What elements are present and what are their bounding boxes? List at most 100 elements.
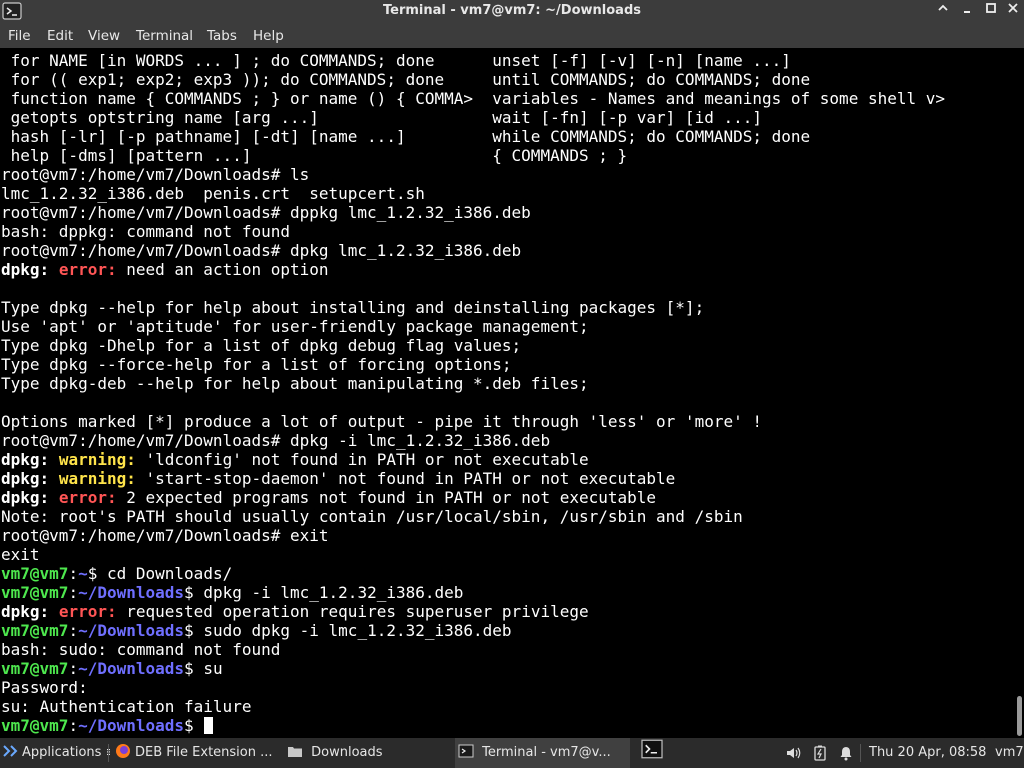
terminal-text: $ (184, 716, 204, 735)
menu-tabs[interactable]: Tabs (207, 28, 237, 44)
terminal-text: 'start-stop-daemon' not found in PATH or… (135, 469, 676, 488)
maximize-button[interactable] (982, 2, 1000, 20)
terminal-text: : (68, 583, 79, 602)
close-button[interactable] (1004, 2, 1022, 20)
terminal-line: Type dpkg --help for help about installi… (1, 298, 945, 317)
terminal-line: vm7@vm7:~/Downloads$ sudo dpkg -i lmc_1.… (1, 621, 945, 640)
task-firefox[interactable]: DEB File Extension ... (112, 738, 283, 768)
terminal-text: bash: dppkg: command not found (1, 222, 290, 241)
terminal-text: ~/Downloads (78, 716, 185, 735)
terminal-line: Options marked [*] produce a lot of outp… (1, 412, 945, 431)
terminal-text: lmc_1.2.32_i386.deb penis.crt setupcert.… (1, 184, 425, 203)
terminal-launcher-icon (641, 739, 663, 759)
task-downloads[interactable]: Downloads (284, 738, 455, 768)
terminal-text: Type dpkg --help for help about installi… (1, 298, 705, 317)
terminal-area[interactable]: for NAME [in WORDS ... ] ; do COMMANDS; … (0, 48, 1014, 738)
terminal-text: : (68, 716, 79, 735)
terminal-line: root@vm7:/home/vm7/Downloads# exit (1, 526, 945, 545)
task-downloads-label: Downloads (311, 745, 383, 760)
terminal-line: vm7@vm7:~/Downloads$ su (1, 659, 945, 678)
terminal-line: Type dpkg -Dhelp for a list of dpkg debu… (1, 336, 945, 355)
terminal-line: exit (1, 545, 945, 564)
terminal-line: su: Authentication failure (1, 697, 945, 716)
volume-icon[interactable] (785, 745, 801, 761)
terminal-line: vm7@vm7:~/Downloads$ dpkg -i lmc_1.2.32_… (1, 583, 945, 602)
shade-button[interactable] (958, 2, 976, 20)
menu-file[interactable]: File (8, 28, 31, 44)
terminal-text: 'ldconfig' not found in PATH or not exec… (135, 450, 589, 469)
terminal-line: dpkg: warning: 'ldconfig' not found in P… (1, 450, 945, 469)
terminal-text: getopts optstring name [arg ...] wait [-… (1, 108, 762, 127)
terminal-line: Type dpkg --force-help for a list of for… (1, 355, 945, 374)
scrollbar-thumb[interactable] (1017, 696, 1022, 736)
terminal-line: Use 'apt' or 'aptitude' for user-friendl… (1, 317, 945, 336)
notification-bell-icon[interactable] (838, 745, 854, 761)
terminal-text: vm7@vm7 (1, 716, 69, 735)
menu-view[interactable]: View (88, 28, 120, 44)
user-name[interactable]: vm7 (995, 738, 1024, 768)
menu-edit[interactable]: Edit (47, 28, 73, 44)
terminal-text: $ cd Downloads/ (87, 564, 233, 583)
clock[interactable]: Thu 20 Apr, 08:58 (869, 738, 986, 768)
terminal-line: lmc_1.2.32_i386.deb penis.crt setupcert.… (1, 184, 945, 203)
tray-separator (860, 744, 861, 762)
terminal-text: : (68, 659, 79, 678)
terminal-line: help [-dms] [pattern ...] { COMMANDS ; } (1, 146, 945, 165)
terminal-text: help [-dms] [pattern ...] { COMMANDS ; } (1, 146, 628, 165)
terminal-line: dpkg: error: need an action option (1, 260, 945, 279)
window-titlebar[interactable]: Terminal - vm7@vm7: ~/Downloads (0, 0, 1024, 22)
task-terminal[interactable]: Terminal - vm7@v... (455, 738, 630, 768)
terminal-text: hash [-lr] [-p pathname] [-dt] [name ...… (1, 127, 811, 146)
terminal-output: for NAME [in WORDS ... ] ; do COMMANDS; … (1, 51, 945, 735)
terminal-text: Use 'apt' or 'aptitude' for user-friendl… (1, 317, 589, 336)
terminal-line: vm7@vm7:~/Downloads$ (1, 716, 945, 735)
terminal-line: bash: dppkg: command not found (1, 222, 945, 241)
terminal-text: bash: sudo: command not found (1, 640, 281, 659)
xfce-logo-icon (3, 745, 18, 757)
minimize-icon (938, 4, 948, 11)
terminal-text: vm7@vm7 (1, 621, 69, 640)
terminal-text: $ dpkg -i lmc_1.2.32_i386.deb (184, 583, 464, 602)
terminal-text: ~/Downloads (78, 583, 185, 602)
menu-help[interactable]: Help (253, 28, 284, 44)
terminal-line: getopts optstring name [arg ...] wait [-… (1, 108, 945, 127)
terminal-text: Password: (1, 678, 88, 697)
terminal-icon (458, 744, 474, 758)
terminal-text: ~/Downloads (78, 621, 185, 640)
terminal-text: $ su (184, 659, 223, 678)
quick-terminal-launcher[interactable] (636, 738, 672, 768)
terminal-text: dpkg: (1, 469, 50, 488)
terminal-text: error: (58, 602, 117, 621)
menu-terminal[interactable]: Terminal (136, 28, 193, 44)
battery-icon[interactable] (812, 745, 828, 761)
close-icon (1008, 3, 1018, 13)
terminal-text: 2 expected programs not found in PATH or… (116, 488, 657, 507)
terminal-line: dpkg: error: requested operation require… (1, 602, 945, 621)
terminal-line: Password: (1, 678, 945, 697)
terminal-text: function name { COMMANDS ; } or name () … (1, 89, 946, 108)
terminal-text: root@vm7:/home/vm7/Downloads# ls (1, 165, 310, 184)
terminal-scrollbar[interactable] (1014, 48, 1024, 738)
terminal-text: ~ (78, 564, 88, 583)
applications-menu-button[interactable]: Applications ≡ (0, 738, 110, 768)
minimize-button[interactable] (934, 2, 952, 20)
terminal-text: requested operation requires superuser p… (116, 602, 589, 621)
terminal-text: vm7@vm7 (1, 583, 69, 602)
firefox-icon (116, 744, 130, 758)
terminal-text: dpkg: (1, 260, 50, 279)
terminal-line: dpkg: error: 2 expected programs not fou… (1, 488, 945, 507)
terminal-text: Note: root's PATH should usually contain… (1, 507, 743, 526)
terminal-text: Type dpkg -Dhelp for a list of dpkg debu… (1, 336, 522, 355)
task-firefox-label: DEB File Extension ... (135, 745, 273, 760)
maximize-icon (986, 3, 996, 13)
terminal-text: for NAME [in WORDS ... ] ; do COMMANDS; … (1, 51, 791, 70)
window-title: Terminal - vm7@vm7: ~/Downloads (383, 3, 641, 18)
terminal-text: need an action option (116, 260, 329, 279)
terminal-text: warning: (58, 450, 136, 469)
task-terminal-label: Terminal - vm7@v... (482, 745, 611, 760)
terminal-text: for (( exp1; exp2; exp3 )); do COMMANDS;… (1, 70, 811, 89)
